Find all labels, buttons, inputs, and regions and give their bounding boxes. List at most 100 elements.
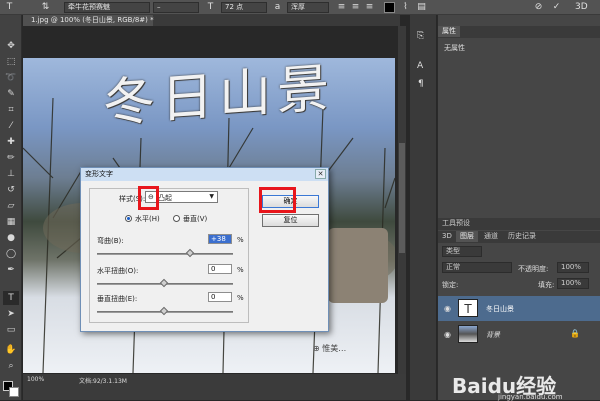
zoom-level[interactable]: 100%: [27, 376, 44, 383]
character-panel-icon[interactable]: ▤: [416, 2, 427, 13]
warp-text-icon[interactable]: ⌇: [400, 2, 411, 13]
vdistort-label: 垂直扭曲(E):: [97, 295, 138, 303]
highlight-box-ok: [259, 187, 296, 213]
horizontal-label: 水平(H): [135, 215, 160, 223]
tools-panel: ✥ ⬚ ➰ ✎ ⌗ ⁄ ✚ ✏ ⊥ ↺ ▱ ▦ ● ◯ ✒ T ➤ ▭ ✋ ⌕: [0, 15, 22, 400]
antialias-select[interactable]: 浑厚: [287, 2, 329, 13]
bend-input[interactable]: +38: [208, 234, 232, 244]
lock-label: 锁定:: [442, 281, 459, 289]
document-tab[interactable]: 1.jpg @ 100% (冬日山景, RGB/8#) *: [23, 15, 154, 26]
lasso-tool-icon[interactable]: ➰: [3, 71, 19, 85]
text-color-swatch[interactable]: [384, 2, 395, 13]
blur-tool-icon[interactable]: ●: [3, 231, 19, 245]
scrollbar-thumb[interactable]: [399, 143, 405, 253]
tab-history[interactable]: 历史记录: [504, 231, 540, 242]
opacity-label: 不透明度:: [518, 265, 549, 273]
highlight-box-style: [138, 186, 159, 210]
layer-row[interactable]: ◉ T 冬日山景: [438, 296, 600, 321]
right-panel: 属性 无属性 工具预设 3D 图层 通道 历史记录 类型 正常 不透明度: 10…: [437, 15, 600, 401]
brush-tool-icon[interactable]: ✏: [3, 151, 19, 165]
eyedropper-tool-icon[interactable]: ⁄: [3, 119, 19, 133]
bend-slider[interactable]: [97, 253, 233, 255]
horizontal-radio[interactable]: [125, 215, 132, 222]
style-value: 凸起: [158, 194, 172, 202]
marquee-tool-icon[interactable]: ⬚: [3, 55, 19, 69]
tool-presets-header: 工具预设: [438, 218, 600, 230]
tab-3d[interactable]: 3D: [438, 231, 456, 242]
doc-info: 文档:92/3.1.13M: [79, 378, 127, 385]
fill-input[interactable]: 100%: [557, 278, 589, 289]
hand-tool-icon[interactable]: ✋: [3, 343, 19, 357]
eraser-tool-icon[interactable]: ▱: [3, 199, 19, 213]
align-left-icon[interactable]: ≡: [336, 2, 347, 13]
cancel-icon[interactable]: ⊘: [533, 2, 544, 13]
font-family-select[interactable]: 牵牛花预赛魅: [64, 2, 150, 13]
tab-channels[interactable]: 通道: [480, 231, 502, 242]
type-tool-icon[interactable]: T: [3, 291, 19, 305]
crop-tool-icon[interactable]: ⌗: [3, 103, 19, 117]
properties-header: 属性: [438, 26, 600, 38]
pen-tool-icon[interactable]: ✒: [3, 263, 19, 277]
path-select-tool-icon[interactable]: ➤: [3, 307, 19, 321]
3d-text-icon[interactable]: 3D: [575, 2, 588, 13]
vertical-radio[interactable]: [173, 215, 180, 222]
close-icon[interactable]: ✕: [315, 169, 326, 179]
vertical-scrollbar[interactable]: [398, 26, 406, 374]
text-layer-thumbnail-icon: T: [458, 299, 478, 317]
healing-tool-icon[interactable]: ✚: [3, 135, 19, 149]
vdistort-input[interactable]: 0: [208, 292, 232, 302]
dialog-title: 变形文字: [81, 168, 328, 181]
tab-tool-presets[interactable]: 工具预设: [438, 218, 474, 229]
panel-icon-strip: ⎘ A ¶: [410, 15, 436, 400]
hdistort-label: 水平扭曲(O):: [97, 267, 139, 275]
history-icon[interactable]: ⎘: [417, 31, 424, 41]
layers-tabs: 3D 图层 通道 历史记录: [438, 231, 600, 243]
align-center-icon[interactable]: ≡: [350, 2, 361, 13]
lock-icon: 🔒: [570, 329, 580, 338]
reset-button[interactable]: 复位: [262, 214, 319, 227]
font-style-select[interactable]: –: [153, 2, 199, 13]
commit-icon[interactable]: ✓: [551, 2, 562, 13]
opacity-input[interactable]: 100%: [557, 262, 589, 273]
hdistort-input[interactable]: 0: [208, 264, 232, 274]
fill-label: 填充:: [538, 281, 555, 289]
bend-label: 弯曲(B):: [97, 237, 124, 245]
image-layer-thumbnail: [458, 325, 478, 343]
bend-percent: %: [237, 236, 244, 244]
font-size-select[interactable]: 72 点: [221, 2, 267, 13]
font-size-icon: T: [207, 2, 214, 12]
document-tab-bar: 1.jpg @ 100% (冬日山景, RGB/8#) *: [23, 15, 400, 26]
warp-text-dialog: 变形文字 ✕ 样式(S): ⊖ 凸起 ▼ 水平(H) 垂直(V) 弯曲(B): …: [80, 167, 329, 332]
quick-select-tool-icon[interactable]: ✎: [3, 87, 19, 101]
gradient-tool-icon[interactable]: ▦: [3, 215, 19, 229]
shape-tool-icon[interactable]: ▭: [3, 323, 19, 337]
layer-row[interactable]: ◉ 背景 🔒: [438, 322, 600, 347]
type-tool-icon[interactable]: T: [4, 2, 15, 13]
tab-layers[interactable]: 图层: [456, 231, 478, 242]
filter-kind-select[interactable]: 类型: [442, 246, 482, 257]
options-bar: T ⇅ 牵牛花预赛魅 – T 72 点 a 浑厚 ≡ ≡ ≡ ⌇ ▤ ⊘ ✓ 3…: [0, 0, 600, 15]
dropdown-arrow-icon: ▼: [209, 193, 214, 200]
layer-name[interactable]: 背景: [486, 330, 500, 340]
properties-body: 无属性: [444, 44, 465, 52]
dodge-tool-icon[interactable]: ◯: [3, 247, 19, 261]
status-bar: 100% 文档:92/3.1.13M: [23, 374, 406, 400]
history-brush-tool-icon[interactable]: ↺: [3, 183, 19, 197]
align-right-icon[interactable]: ≡: [364, 2, 375, 13]
move-tool-icon[interactable]: ✥: [3, 39, 19, 53]
blend-mode-select[interactable]: 正常: [442, 262, 512, 273]
visibility-eye-icon[interactable]: ◉: [444, 330, 451, 339]
character-icon[interactable]: A: [417, 61, 423, 71]
vertical-label: 垂直(V): [183, 215, 208, 223]
background-color-swatch[interactable]: [9, 387, 19, 397]
stamp-tool-icon[interactable]: ⊥: [3, 167, 19, 181]
watermark-author: ⊕ 惟美…: [313, 344, 347, 353]
zoom-tool-icon[interactable]: ⌕: [3, 359, 19, 373]
orientation-icon[interactable]: ⇅: [40, 2, 51, 13]
vdistort-percent: %: [237, 294, 244, 302]
layer-name[interactable]: 冬日山景: [486, 304, 514, 314]
visibility-eye-icon[interactable]: ◉: [444, 304, 451, 313]
paragraph-icon[interactable]: ¶: [418, 79, 424, 89]
tab-properties[interactable]: 属性: [438, 26, 460, 37]
hdistort-percent: %: [237, 266, 244, 274]
